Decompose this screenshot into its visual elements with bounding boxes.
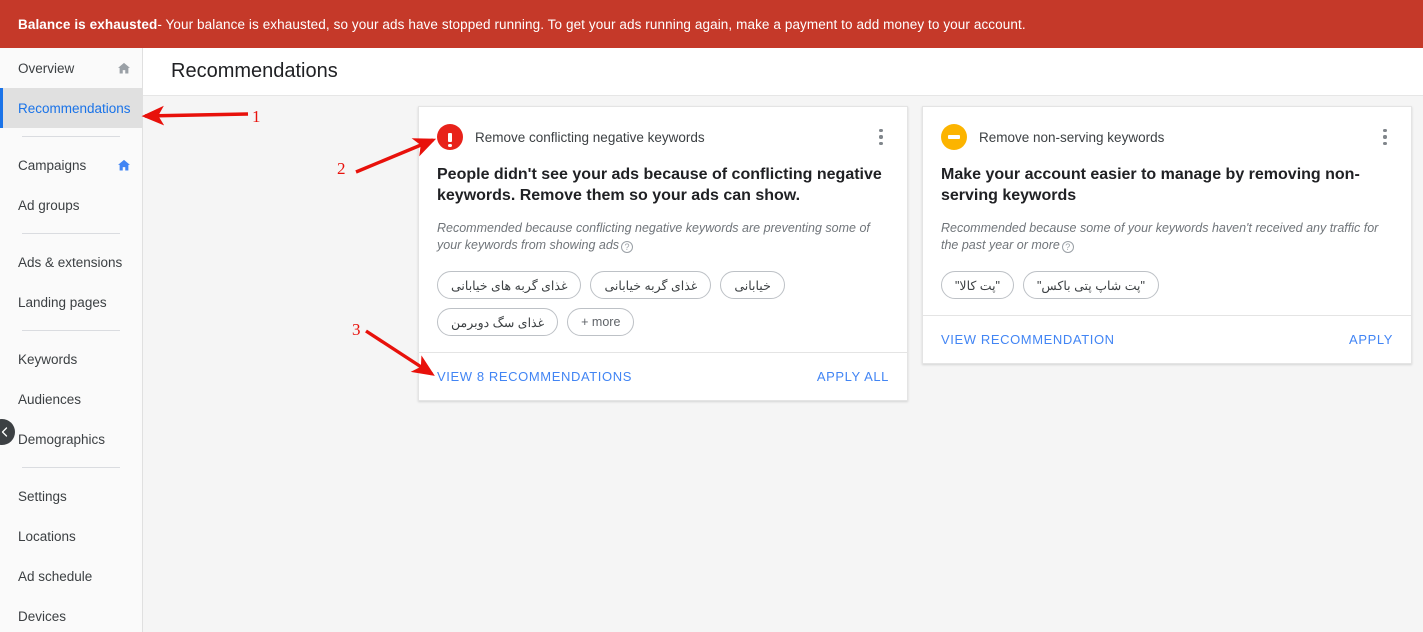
- balance-alert-banner: Balance is exhausted - Your balance is e…: [0, 0, 1423, 48]
- keyword-chip-row: غذای گربه های خیابانی غذای گربه خیابانی خی…: [437, 271, 889, 346]
- keyword-chip[interactable]: غذای گربه خیابانی: [590, 271, 712, 300]
- sidebar-item-label: Locations: [18, 528, 76, 544]
- sidebar-item-label: Settings: [18, 488, 67, 504]
- alert-icon: [437, 124, 463, 150]
- sidebar-item-label: Ad schedule: [18, 568, 93, 584]
- card-kicker: Remove non-serving keywords: [979, 129, 1165, 145]
- card-body: Remove conflicting negative keywords Peop…: [419, 107, 907, 352]
- sidebar-item-label: Ad groups: [18, 197, 80, 213]
- view-recommendation-button[interactable]: VIEW RECOMMENDATION: [941, 332, 1115, 347]
- card-header: Remove non-serving keywords: [941, 123, 1393, 151]
- sidebar-item-label: Devices: [18, 608, 67, 624]
- home-icon: [118, 159, 130, 170]
- sidebar-item-audiences[interactable]: Audiences: [0, 379, 142, 419]
- recommendation-card: Remove conflicting negative keywords Peop…: [418, 106, 908, 402]
- view-recommendation-button[interactable]: VIEW 8 RECOMMENDATIONS: [437, 369, 632, 384]
- keyword-chip[interactable]: غذای سگ دوبرمن: [437, 308, 559, 337]
- app-root: Balance is exhausted - Your balance is e…: [0, 0, 1423, 632]
- sidebar-item-label: Campaigns: [18, 157, 87, 173]
- exclamation-glyph: [448, 132, 453, 147]
- sidebar-nav: Overview Recommendations Campaigns Ad group…: [0, 48, 143, 632]
- sidebar-item-label: Landing pages: [18, 294, 107, 310]
- sidebar-item-keywords[interactable]: Keywords: [0, 339, 142, 379]
- sidebar-item-landing-pages[interactable]: Landing pages: [0, 282, 142, 322]
- sidebar-item-devices[interactable]: Devices: [0, 596, 142, 632]
- pause-icon: [941, 124, 967, 150]
- card-kicker: Remove conflicting negative keywords: [475, 129, 705, 145]
- sidebar-item-label: Overview: [18, 60, 75, 76]
- sidebar-divider: [22, 233, 120, 234]
- more-chip[interactable]: + more: [567, 308, 635, 337]
- keyword-chip[interactable]: "پت شاپ پتی باکس": [1023, 271, 1159, 300]
- sidebar-item-label: Recommendations: [18, 100, 131, 116]
- sidebar-item-ad-schedule[interactable]: Ad schedule: [0, 556, 142, 596]
- card-body: Remove non-serving keywords Make your acc…: [923, 107, 1411, 315]
- sidebar-item-settings[interactable]: Settings: [0, 476, 142, 516]
- card-footer: VIEW 8 RECOMMENDATIONS APPLY ALL: [419, 352, 907, 400]
- card-headline: People didn't see your ads because of co…: [437, 166, 882, 204]
- card-reason: Recommended because conflicting negative…: [437, 220, 889, 256]
- sidebar-item-label: Audiences: [18, 391, 82, 407]
- sidebar-item-label: Ads & extensions: [18, 254, 123, 270]
- chevron-left-icon: [1, 427, 7, 437]
- keyword-chip-row: "پت کالا" "پت شاپ پتی باکس": [941, 271, 1393, 309]
- sidebar-divider: [22, 136, 120, 137]
- home-icon: [118, 62, 130, 73]
- home-icon: [116, 158, 132, 173]
- keyword-chip[interactable]: خیابانی: [720, 271, 785, 300]
- card-reason-text: Recommended because conflicting negative…: [437, 220, 870, 253]
- sidebar-item-ads-extensions[interactable]: Ads & extensions: [0, 242, 142, 282]
- keyword-chip[interactable]: غذای گربه های خیابانی: [437, 271, 582, 300]
- card-header: Remove conflicting negative keywords: [437, 123, 889, 151]
- sidebar-item-label: Keywords: [18, 351, 78, 367]
- card-reason-text: Recommended because some of your keyword…: [941, 220, 1379, 253]
- help-circle-icon[interactable]: ?: [621, 241, 634, 254]
- recommendations-content: Remove conflicting negative keywords Peop…: [143, 96, 1423, 632]
- recommendation-card: Remove non-serving keywords Make your acc…: [922, 106, 1412, 365]
- card-headline: Make your account easier to manage by re…: [941, 166, 1360, 204]
- home-icon: [116, 61, 132, 76]
- apply-button[interactable]: APPLY ALL: [817, 369, 889, 384]
- sidebar-item-recommendations[interactable]: Recommendations: [0, 88, 142, 128]
- apply-button[interactable]: APPLY: [1349, 332, 1393, 347]
- sidebar-item-campaigns[interactable]: Campaigns: [0, 145, 142, 185]
- sidebar-item-ad-groups[interactable]: Ad groups: [0, 185, 142, 225]
- alert-message: - Your balance is exhausted, so your ads…: [157, 16, 1026, 32]
- sidebar-item-locations[interactable]: Locations: [0, 516, 142, 556]
- sidebar-divider: [22, 467, 120, 468]
- more-vertical-icon[interactable]: [1375, 126, 1395, 148]
- sidebar-item-demographics[interactable]: Demographics: [0, 419, 142, 459]
- help-circle-icon[interactable]: ?: [1061, 241, 1074, 254]
- more-vertical-icon[interactable]: [871, 126, 891, 148]
- sidebar-divider: [22, 330, 120, 331]
- alert-title: Balance is exhausted: [18, 16, 158, 32]
- sidebar-item-overview[interactable]: Overview: [0, 48, 142, 88]
- keyword-chip[interactable]: "پت کالا": [941, 271, 1014, 300]
- sidebar-item-label: Demographics: [18, 431, 106, 447]
- card-reason: Recommended because some of your keyword…: [941, 220, 1393, 256]
- card-footer: VIEW RECOMMENDATION APPLY: [923, 315, 1411, 363]
- minus-glyph: [948, 135, 960, 139]
- page-title: Recommendations: [171, 60, 338, 82]
- page-header: Recommendations: [143, 48, 1423, 96]
